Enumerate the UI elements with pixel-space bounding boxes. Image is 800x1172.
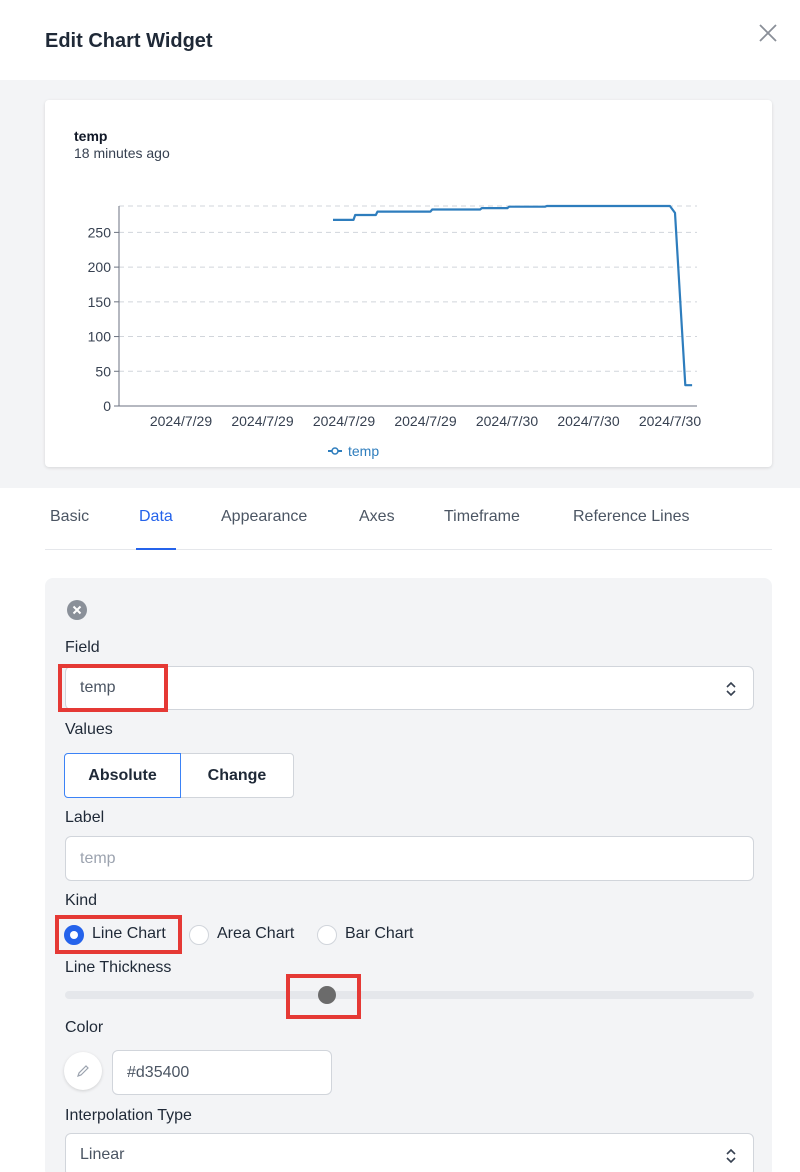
- series-panel: Field temp Values Absolute Change Label …: [45, 578, 772, 1172]
- x-tick-label: 2024/7/29: [394, 413, 456, 429]
- tab-bar: Basic Data Appearance Axes Timeframe Ref…: [45, 488, 772, 550]
- line-chart: 0 50 100 150 200 250 2024/7/29 2024/7/29 2024/7/…: [88, 204, 701, 459]
- interpolation-label: Interpolation Type: [65, 1107, 192, 1124]
- slider-thumb[interactable]: [317, 986, 336, 1004]
- field-select[interactable]: temp: [65, 666, 754, 710]
- y-tick-label: 50: [95, 363, 111, 379]
- absolute-button[interactable]: Absolute: [64, 753, 181, 798]
- tab-data[interactable]: Data: [136, 508, 176, 550]
- radio-label: Line Chart: [92, 925, 166, 942]
- values-label: Values: [65, 721, 113, 738]
- interpolation-select-value: Linear: [80, 1146, 125, 1163]
- pencil-icon: [77, 1065, 89, 1077]
- x-tick-label: 2024/7/29: [313, 413, 375, 429]
- y-tick-label: 250: [88, 224, 112, 240]
- field-select-value: temp: [80, 679, 116, 696]
- series-line-temp: [333, 204, 693, 387]
- chart-preview-area: temp 18 minutes ago 0 50 100 150 200 250 2024/…: [0, 80, 800, 488]
- field-label: Field: [65, 639, 100, 656]
- radio-dot: [64, 925, 84, 945]
- tab-appearance[interactable]: Appearance: [221, 508, 307, 550]
- radio-dot: [189, 925, 209, 945]
- y-tick-label: 100: [88, 329, 112, 345]
- color-label: Color: [65, 1019, 104, 1036]
- chart-card: temp 18 minutes ago 0 50 100 150 200 250 2024/…: [45, 100, 772, 467]
- line-thickness-label: Line Thickness: [65, 959, 172, 976]
- x-tick-label: 2024/7/29: [150, 413, 212, 429]
- interpolation-select[interactable]: Linear: [65, 1133, 754, 1172]
- x-tick-label: 2024/7/30: [557, 413, 619, 429]
- dialog-title: Edit Chart Widget: [45, 30, 213, 52]
- change-button[interactable]: Change: [180, 753, 294, 798]
- x-tick-label: 2024/7/29: [231, 413, 293, 429]
- line-thickness-slider[interactable]: [65, 991, 754, 999]
- x-tick-label: 2024/7/30: [639, 413, 701, 429]
- tab-axes[interactable]: Axes: [359, 508, 395, 550]
- select-arrows-icon: [726, 681, 736, 697]
- tab-basic[interactable]: Basic: [50, 508, 89, 550]
- y-tick-label: 200: [88, 259, 112, 275]
- legend-label[interactable]: temp: [348, 443, 379, 459]
- y-tick-label: 150: [88, 294, 112, 310]
- tab-reference-lines[interactable]: Reference Lines: [573, 508, 690, 550]
- dialog-header: Edit Chart Widget: [0, 0, 800, 80]
- color-hex-input[interactable]: #d35400: [112, 1050, 332, 1095]
- color-picker-button[interactable]: [64, 1052, 102, 1090]
- close-icon[interactable]: [756, 21, 780, 45]
- x-tick-label: 2024/7/30: [476, 413, 538, 429]
- select-arrows-icon: [726, 1148, 736, 1164]
- label-label: Label: [65, 809, 105, 826]
- radio-label: Area Chart: [217, 925, 295, 942]
- remove-series-icon[interactable]: [67, 600, 87, 620]
- tab-timeframe[interactable]: Timeframe: [444, 508, 520, 550]
- radio-dot: [317, 925, 337, 945]
- kind-label: Kind: [65, 892, 98, 909]
- radio-label: Bar Chart: [345, 925, 414, 942]
- y-tick-label: 0: [103, 398, 111, 414]
- legend-marker: [331, 447, 339, 455]
- label-input[interactable]: temp: [65, 836, 754, 881]
